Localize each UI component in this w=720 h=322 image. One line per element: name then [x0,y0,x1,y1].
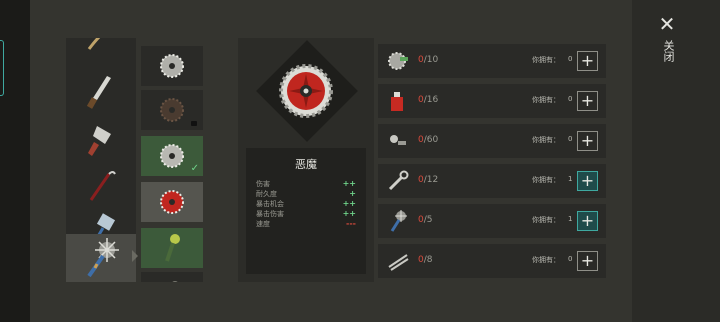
material-icon-holder [384,88,412,114]
paint-can-icon [391,92,403,111]
tool-slot-spiked-mace[interactable] [66,234,136,282]
material-count: 0/10 [418,55,439,65]
spiked-mace-icon [87,238,119,278]
variant-slot-3[interactable]: ✓ [141,136,203,176]
stat-row-crit-chance: 暴击机会 ++ [256,199,356,209]
tool-slot-crowbar[interactable] [66,164,136,208]
variant-slot-1[interactable] [141,46,203,86]
owned-label: 你拥有： [532,176,560,184]
stat-label: 速度 [256,220,270,228]
owned-label: 你拥有： [532,56,560,64]
material-row: 0/60 你拥有： 0 + [378,124,606,158]
stat-label: 伤害 [256,180,270,188]
stat-value: --- [346,219,356,228]
owned-label: 你拥有： [532,136,560,144]
close-label[interactable]: 关闭 [660,40,676,62]
metal-rods-icon [388,254,409,271]
owned-count: 1 [568,175,573,183]
stat-value: ++ [342,179,356,188]
material-row: 0/12 你拥有： 1 + [378,164,606,198]
tool-slot-cleaver[interactable] [66,118,136,162]
cleaver-icon [88,126,111,156]
stat-value: ++ [342,199,356,208]
stat-label: 暴击机会 [256,200,284,208]
variant-slot-2[interactable] [141,90,203,130]
variant-list[interactable]: ✓ [138,38,208,282]
curved-blade-icon [87,38,101,50]
item-preview: 恶魔 伤害 ++ 耐久度 + 暴击机会 ++ 暴击伤害 ++ 速度 --- [238,38,374,282]
add-material-button[interactable]: + [577,91,598,111]
tool-slot-machete[interactable] [66,70,136,114]
variant-slot-4[interactable] [141,182,203,222]
mace-icon [172,281,178,282]
stat-label: 暴击伤害 [256,210,284,218]
material-count: 0/16 [418,95,439,105]
stat-row-durability: 耐久度 + [256,189,356,199]
stats-panel: 恶魔 伤害 ++ 耐久度 + 暴击机会 ++ 暴击伤害 ++ 速度 --- [246,148,366,274]
material-count: 0/60 [418,135,439,145]
red-saw-blade-icon [279,64,333,118]
side-strip [632,0,720,322]
owned-label: 你拥有： [532,96,560,104]
material-count: 0/5 [418,215,433,225]
red-saw-blade-icon [160,190,184,214]
add-material-button[interactable]: + [577,131,598,151]
material-count: 0/8 [418,255,433,265]
wrench-icon [388,170,409,191]
nuts-bolts-icon [390,135,406,145]
material-icon-holder [384,168,412,194]
item-name: 恶魔 [295,158,317,171]
material-icon-holder [384,48,412,74]
variant-slot-5[interactable] [141,228,203,268]
add-material-button[interactable]: + [577,251,598,271]
rusty-saw-blade-icon [160,98,184,122]
owned-label: 你拥有： [532,216,560,224]
add-material-button[interactable]: + [577,51,598,71]
owned-count: 0 [568,255,573,263]
saw-blade-material-icon [388,52,408,70]
stat-row-speed: 速度 --- [256,219,356,229]
preview-icon-holder [268,58,344,124]
stat-label: 耐久度 [256,190,277,198]
material-row: 0/16 你拥有： 0 + [378,84,606,118]
stat-row-damage: 伤害 ++ [256,179,356,189]
tool-slot-curved-blade[interactable] [66,38,136,58]
add-material-button[interactable]: + [577,211,598,231]
stat-value: + [349,189,356,198]
add-material-button[interactable]: + [577,171,598,191]
variant-slot-6[interactable] [141,272,203,282]
check-icon: ✓ [190,163,199,174]
material-row: 0/5 你拥有： 1 + [378,204,606,238]
material-icon-holder [384,208,412,234]
owned-count: 0 [568,95,573,103]
spiked-mace-icon [390,210,407,232]
material-icon-holder [384,248,412,274]
owned-label: 你拥有： [532,256,560,264]
saw-blade-icon [160,144,184,168]
tool-category-list[interactable] [66,38,136,282]
left-backdrop [0,0,30,322]
material-count: 0/12 [418,175,439,185]
owned-count: 1 [568,215,573,223]
close-icon[interactable]: ✕ [656,14,678,36]
edge-handle[interactable] [0,40,4,96]
material-row: 0/10 你拥有： 0 + [378,44,606,78]
stat-value: ++ [342,209,356,218]
stat-row-crit-damage: 暴击伤害 ++ [256,209,356,219]
material-icon-holder [384,128,412,154]
saw-blade-icon [160,54,184,78]
crowbar-icon [89,171,116,201]
owned-count: 0 [568,55,573,63]
lock-icon [191,121,197,126]
machete-icon [86,76,111,109]
green-mace-icon [165,234,180,262]
owned-count: 0 [568,135,573,143]
material-row: 0/8 你拥有： 0 + [378,244,606,278]
